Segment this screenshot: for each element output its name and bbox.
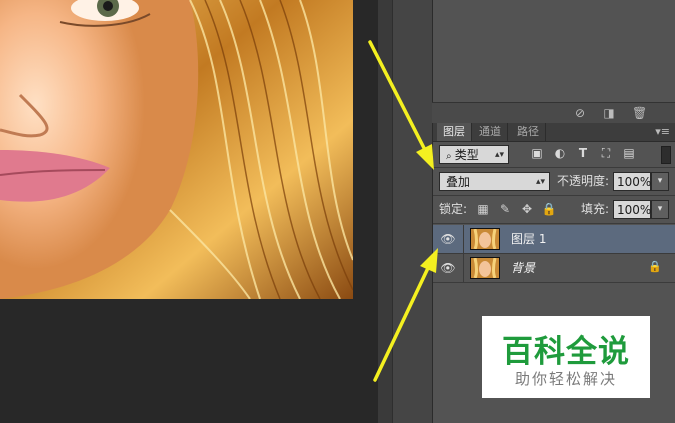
chevron-updown-icon: ▴▾ <box>494 150 504 160</box>
lock-brush-icon[interactable]: ✎ <box>497 200 513 219</box>
opacity-input[interactable]: 100% <box>613 172 651 191</box>
upper-panel <box>432 0 675 102</box>
fill-label: 填充: <box>581 202 610 216</box>
adjustment-filter-icon[interactable]: ◐ <box>553 146 567 160</box>
divider <box>433 223 675 224</box>
blend-row: 叠加 ▴▾ 不透明度: 100% ▾ <box>433 171 675 193</box>
trash-icon[interactable]: 🗑 <box>632 106 647 120</box>
shape-filter-icon[interactable]: ⛶ <box>599 146 613 160</box>
eye-icon[interactable]: 👁 <box>439 232 457 246</box>
new-item-icon[interactable]: ◨ <box>602 106 616 120</box>
layer-thumbnail <box>470 257 500 279</box>
filter-toggle[interactable] <box>661 146 671 164</box>
panel-dock-column <box>392 0 433 423</box>
upper-panel-toolbar: ⊘ ◨ 🗑 <box>432 102 675 124</box>
lock-icon: 🔒 <box>648 260 662 273</box>
blend-mode-value: 叠加 <box>446 175 471 189</box>
opacity-label: 不透明度: <box>557 174 610 188</box>
canvas-scrollbar-track[interactable] <box>378 0 392 423</box>
watermark-sub-text: 助你轻松解决 <box>514 370 617 388</box>
lock-label: 锁定: <box>439 202 468 216</box>
lock-row: 锁定: ▦ ✎ ✥ 🔒 填充: 100% ▾ <box>433 199 675 221</box>
divider <box>463 254 464 282</box>
watermark-main-text: 百科全说 <box>502 334 630 370</box>
prohibit-icon[interactable]: ⊘ <box>573 106 587 120</box>
document-canvas[interactable] <box>0 0 378 423</box>
divider <box>463 225 464 253</box>
divider <box>433 195 675 196</box>
type-filter-icon[interactable]: T <box>576 146 590 160</box>
lock-transparency-icon[interactable]: ▦ <box>475 200 491 219</box>
lock-position-icon[interactable]: ✥ <box>519 200 535 219</box>
filter-row: ⌕ 类型 ▴▾ ▣ ◐ T ⛶ ▤ <box>433 143 675 166</box>
layer-row-layer-1[interactable]: 👁 图层 1 <box>433 225 675 254</box>
layer-row-background[interactable]: 👁 背景 🔒 <box>433 254 675 283</box>
divider <box>433 167 675 168</box>
tab-layers[interactable]: 图层 <box>437 123 472 141</box>
photo-layer-content[interactable] <box>0 0 353 299</box>
chevron-updown-icon: ▴▾ <box>535 177 545 187</box>
layer-name[interactable]: 图层 1 <box>511 225 546 253</box>
eye-icon[interactable]: 👁 <box>439 261 457 275</box>
smart-object-filter-icon[interactable]: ▤ <box>622 146 636 160</box>
search-icon: ⌕ <box>446 151 455 162</box>
fill-input[interactable]: 100% <box>613 200 651 219</box>
panel-tab-bar: 图层 通道 路径 ▾≡ <box>433 123 675 142</box>
panel-menu-icon[interactable]: ▾≡ <box>655 125 670 138</box>
tab-channels[interactable]: 通道 <box>473 123 508 141</box>
filter-kind-dropdown[interactable]: ⌕ 类型 ▴▾ <box>439 145 509 164</box>
blend-mode-dropdown[interactable]: 叠加 ▴▾ <box>439 172 550 191</box>
image-filter-icon[interactable]: ▣ <box>530 146 544 160</box>
filter-kind-label: 类型 <box>454 148 479 162</box>
layer-thumbnail <box>470 228 500 250</box>
layer-name[interactable]: 背景 <box>511 254 535 282</box>
fill-chevron-down-icon[interactable]: ▾ <box>651 200 669 219</box>
watermark-logo: 百科全说 助你轻松解决 <box>482 316 650 398</box>
lock-all-icon[interactable]: 🔒 <box>541 200 557 219</box>
portrait-photo <box>0 0 353 299</box>
opacity-chevron-down-icon[interactable]: ▾ <box>651 172 669 191</box>
tab-paths[interactable]: 路径 <box>511 123 546 141</box>
